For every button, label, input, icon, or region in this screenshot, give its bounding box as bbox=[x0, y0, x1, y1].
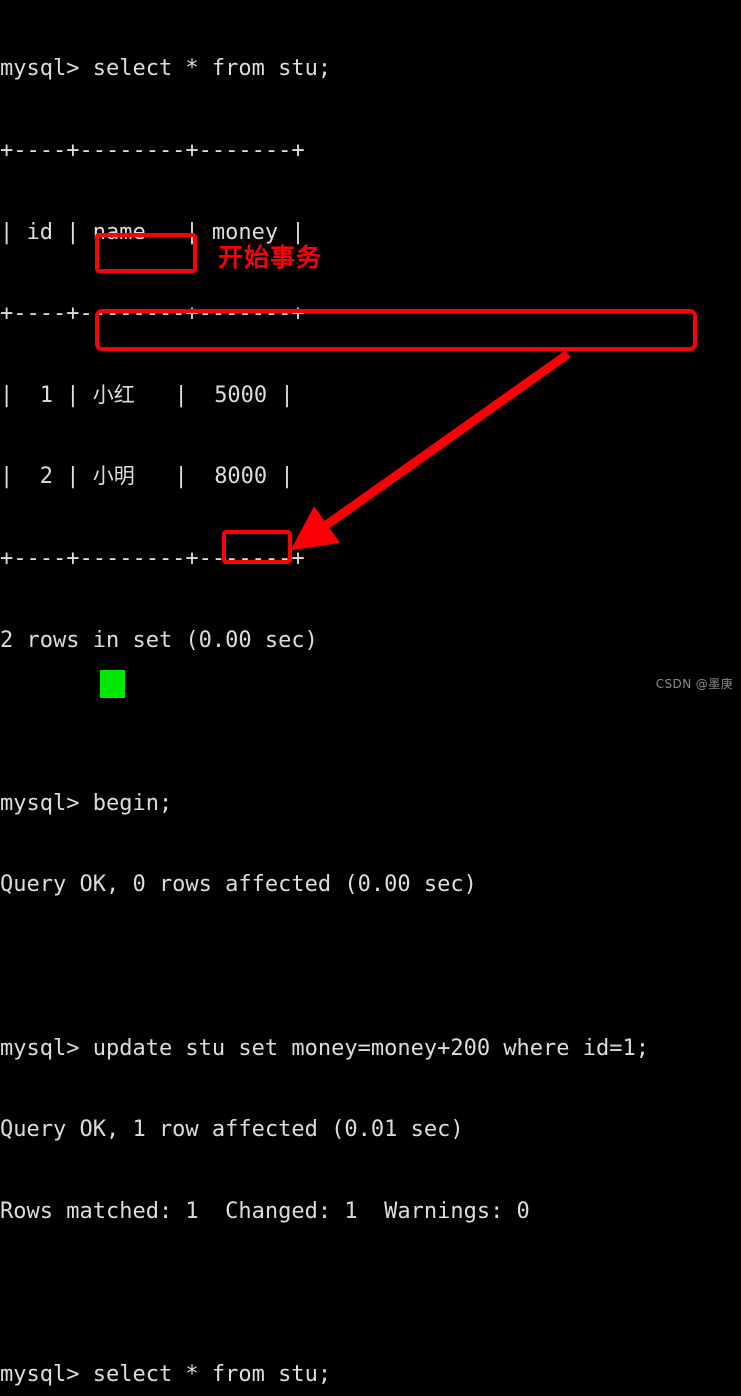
terminal-line: +----+--------+-------+ bbox=[0, 301, 305, 327]
terminal-line: mysql> update stu set money=money+200 wh… bbox=[0, 1035, 650, 1061]
terminal-line: +----+--------+-------+ bbox=[0, 545, 305, 571]
terminal-line: Query OK, 0 rows affected (0.00 sec) bbox=[0, 872, 477, 898]
terminal-line: mysql> begin; bbox=[0, 790, 173, 816]
terminal-line: | 2 | 小明 | 8000 | bbox=[0, 464, 294, 490]
terminal-output: mysql> select * from stu; +----+--------… bbox=[0, 0, 741, 1387]
terminal-line: | 1 | 小红 | 5000 | bbox=[0, 382, 294, 408]
terminal-line: mysql> select * from stu; bbox=[0, 1361, 332, 1387]
terminal-line: mysql> select * from stu; bbox=[0, 56, 332, 82]
terminal-line: 2 rows in set (0.00 sec) bbox=[0, 627, 318, 653]
terminal-line: Query OK, 1 row affected (0.01 sec) bbox=[0, 1117, 464, 1143]
terminal-line: +----+--------+-------+ bbox=[0, 138, 305, 163]
terminal-line: | id | name | money | bbox=[0, 219, 305, 245]
terminal-line: Rows matched: 1 Changed: 1 Warnings: 0 bbox=[0, 1198, 530, 1224]
